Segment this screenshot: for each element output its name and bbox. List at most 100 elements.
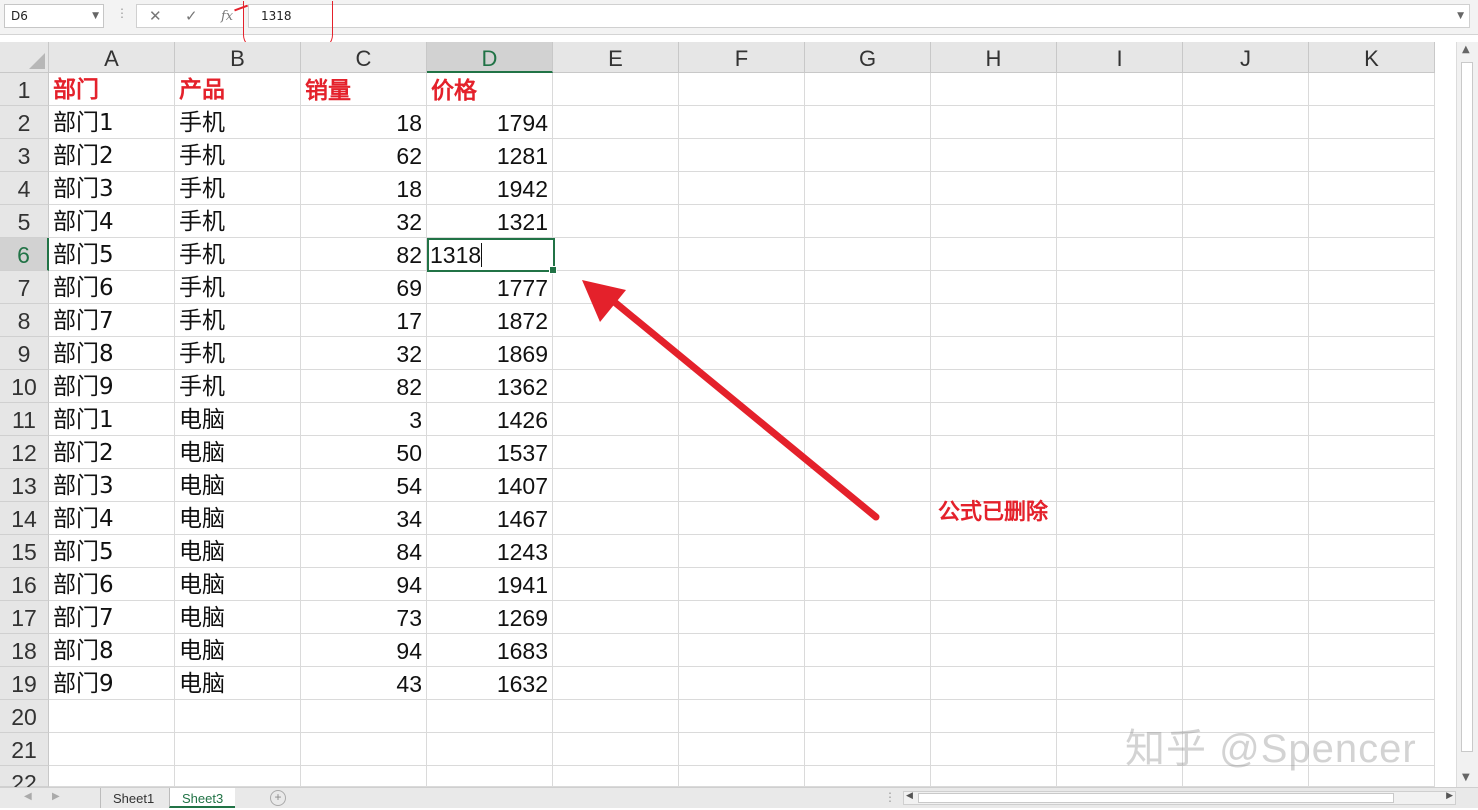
cell-i11[interactable] <box>1057 403 1183 436</box>
row-header-21[interactable]: 21 <box>0 733 49 766</box>
cell-g17[interactable] <box>805 601 931 634</box>
cell-e11[interactable] <box>553 403 679 436</box>
cell-e9[interactable] <box>553 337 679 370</box>
cell-c14[interactable]: 34 <box>301 502 427 535</box>
next-sheet-icon[interactable]: ▶ <box>52 791 60 802</box>
cell-h8[interactable] <box>931 304 1057 337</box>
cell-e18[interactable] <box>553 634 679 667</box>
cell-d20[interactable] <box>427 700 553 733</box>
cell-d10[interactable]: 1362 <box>427 370 553 403</box>
cell-a21[interactable] <box>49 733 175 766</box>
active-cell-editor[interactable]: 1318 <box>427 238 557 274</box>
cell-b15[interactable]: 电脑 <box>175 535 301 568</box>
cell-d19[interactable]: 1632 <box>427 667 553 700</box>
cell-e16[interactable] <box>553 568 679 601</box>
cell-b18[interactable]: 电脑 <box>175 634 301 667</box>
column-header-i[interactable]: I <box>1057 42 1183 73</box>
cell-j2[interactable] <box>1183 106 1309 139</box>
cell-h1[interactable] <box>931 73 1057 106</box>
cell-i15[interactable] <box>1057 535 1183 568</box>
scroll-down-icon[interactable]: ▼ <box>1462 772 1470 783</box>
cell-b1[interactable]: 产品 <box>175 73 301 106</box>
cell-e15[interactable] <box>553 535 679 568</box>
cell-c13[interactable]: 54 <box>301 469 427 502</box>
cell-j19[interactable] <box>1183 667 1309 700</box>
cell-f20[interactable] <box>679 700 805 733</box>
cell-g3[interactable] <box>805 139 931 172</box>
cell-j8[interactable] <box>1183 304 1309 337</box>
cell-h17[interactable] <box>931 601 1057 634</box>
cell-b22[interactable] <box>175 766 301 787</box>
cell-f8[interactable] <box>679 304 805 337</box>
cell-d17[interactable]: 1269 <box>427 601 553 634</box>
cell-j12[interactable] <box>1183 436 1309 469</box>
cell-h11[interactable] <box>931 403 1057 436</box>
prev-sheet-icon[interactable]: ◀ <box>24 791 32 802</box>
cell-g12[interactable] <box>805 436 931 469</box>
cell-g9[interactable] <box>805 337 931 370</box>
cell-k7[interactable] <box>1309 271 1435 304</box>
cell-i18[interactable] <box>1057 634 1183 667</box>
cell-b7[interactable]: 手机 <box>175 271 301 304</box>
cell-d8[interactable]: 1872 <box>427 304 553 337</box>
cell-h21[interactable] <box>931 733 1057 766</box>
cell-e10[interactable] <box>553 370 679 403</box>
cell-d13[interactable]: 1407 <box>427 469 553 502</box>
column-header-g[interactable]: G <box>805 42 931 73</box>
cell-c1[interactable]: 销量 <box>301 73 427 106</box>
cell-e13[interactable] <box>553 469 679 502</box>
cell-k18[interactable] <box>1309 634 1435 667</box>
cell-f14[interactable] <box>679 502 805 535</box>
cell-c9[interactable]: 32 <box>301 337 427 370</box>
cell-i4[interactable] <box>1057 172 1183 205</box>
cell-b9[interactable]: 手机 <box>175 337 301 370</box>
cell-f19[interactable] <box>679 667 805 700</box>
row-header-4[interactable]: 4 <box>0 172 49 205</box>
cell-a12[interactable]: 部门2 <box>49 436 175 469</box>
cell-a5[interactable]: 部门4 <box>49 205 175 238</box>
cell-a17[interactable]: 部门7 <box>49 601 175 634</box>
cell-c20[interactable] <box>301 700 427 733</box>
cell-k12[interactable] <box>1309 436 1435 469</box>
row-header-13[interactable]: 13 <box>0 469 49 502</box>
cell-d12[interactable]: 1537 <box>427 436 553 469</box>
cell-j13[interactable] <box>1183 469 1309 502</box>
row-header-18[interactable]: 18 <box>0 634 49 667</box>
cell-k11[interactable] <box>1309 403 1435 436</box>
cell-i7[interactable] <box>1057 271 1183 304</box>
cell-a8[interactable]: 部门7 <box>49 304 175 337</box>
cell-f12[interactable] <box>679 436 805 469</box>
row-header-5[interactable]: 5 <box>0 205 49 238</box>
horizontal-scroll-thumb[interactable] <box>918 793 1394 803</box>
cell-k17[interactable] <box>1309 601 1435 634</box>
cell-c22[interactable] <box>301 766 427 787</box>
cell-a15[interactable]: 部门5 <box>49 535 175 568</box>
cell-d16[interactable]: 1941 <box>427 568 553 601</box>
cell-h18[interactable] <box>931 634 1057 667</box>
cell-c12[interactable]: 50 <box>301 436 427 469</box>
cell-i9[interactable] <box>1057 337 1183 370</box>
column-header-b[interactable]: B <box>175 42 301 73</box>
cell-d18[interactable]: 1683 <box>427 634 553 667</box>
cell-b8[interactable]: 手机 <box>175 304 301 337</box>
cell-c18[interactable]: 94 <box>301 634 427 667</box>
cell-d3[interactable]: 1281 <box>427 139 553 172</box>
cell-k14[interactable] <box>1309 502 1435 535</box>
cell-h2[interactable] <box>931 106 1057 139</box>
cell-a14[interactable]: 部门4 <box>49 502 175 535</box>
cell-d7[interactable]: 1777 <box>427 271 553 304</box>
cell-k3[interactable] <box>1309 139 1435 172</box>
row-header-20[interactable]: 20 <box>0 700 49 733</box>
expand-formula-icon[interactable]: ▼ <box>1457 5 1464 27</box>
cell-a19[interactable]: 部门9 <box>49 667 175 700</box>
cell-k5[interactable] <box>1309 205 1435 238</box>
row-header-19[interactable]: 19 <box>0 667 49 700</box>
cell-k2[interactable] <box>1309 106 1435 139</box>
cell-i2[interactable] <box>1057 106 1183 139</box>
scroll-up-icon[interactable]: ▲ <box>1462 44 1470 55</box>
cell-h16[interactable] <box>931 568 1057 601</box>
cell-f17[interactable] <box>679 601 805 634</box>
cell-h10[interactable] <box>931 370 1057 403</box>
cell-f2[interactable] <box>679 106 805 139</box>
add-sheet-icon[interactable]: + <box>270 790 286 806</box>
